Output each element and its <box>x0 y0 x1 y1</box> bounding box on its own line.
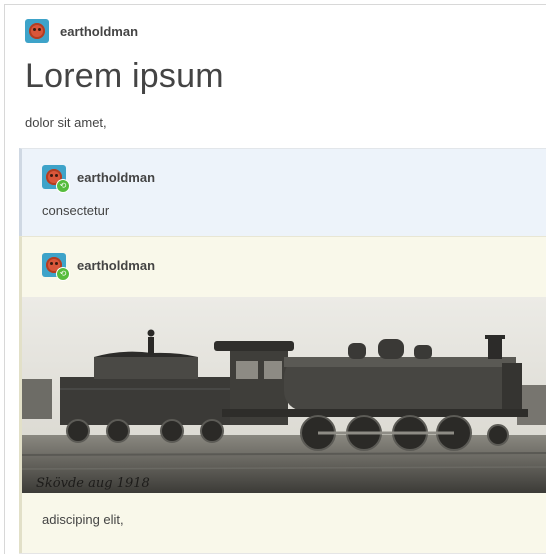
username-link[interactable]: eartholdman <box>77 258 155 273</box>
reblog-item: ⟲ eartholdman consectetur <box>19 148 546 236</box>
locomotive-photo[interactable]: Skövde aug 1918 <box>22 297 546 493</box>
avatar-icon[interactable] <box>25 19 49 43</box>
reblog-header: ⟲ eartholdman <box>42 165 155 193</box>
reblog-header: ⟲ eartholdman <box>42 253 155 281</box>
reblog-icon: ⟲ <box>56 267 70 281</box>
avatar-icon[interactable]: ⟲ <box>42 165 70 193</box>
avatar-icon[interactable]: ⟲ <box>42 253 70 281</box>
post-title: Lorem ipsum <box>25 57 224 95</box>
reblog-icon: ⟲ <box>56 179 70 193</box>
svg-text:Skövde aug 1918: Skövde aug 1918 <box>36 476 150 491</box>
reblog-text: adisciping elit, <box>42 512 124 527</box>
reblog-text: consectetur <box>42 203 110 218</box>
username-link[interactable]: eartholdman <box>77 170 155 185</box>
post-header: eartholdman <box>25 19 138 43</box>
post-card: eartholdman Lorem ipsum dolor sit amet, … <box>4 4 546 554</box>
reblog-item: ⟲ eartholdman Skövde aug 1918 adisciping… <box>19 236 546 554</box>
post-body-text: dolor sit amet, <box>25 115 107 130</box>
username-link[interactable]: eartholdman <box>60 24 138 39</box>
